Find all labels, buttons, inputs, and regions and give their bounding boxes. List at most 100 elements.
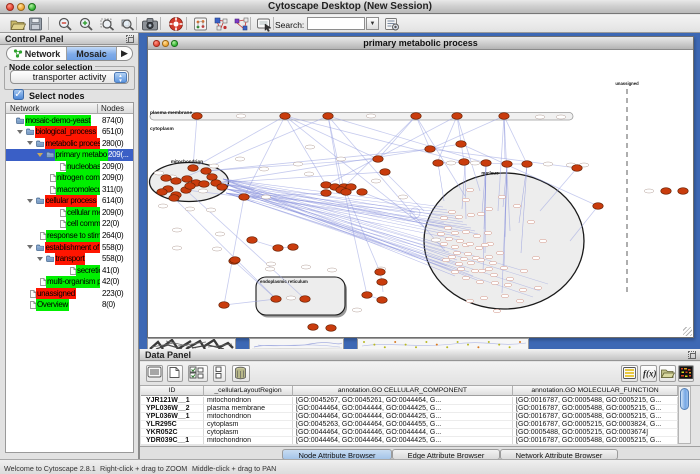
network-node[interactable] [459, 159, 469, 166]
network-node[interactable] [373, 156, 383, 163]
column-header-annotation-go-molecular-function[interactable]: annotation.GO MOLECULAR_FUNCTION [513, 386, 678, 396]
delete-attribute-icon[interactable] [232, 365, 250, 382]
tree-expand-icon[interactable] [27, 245, 33, 249]
tree-row-mosaic-demo-yeast[interactable]: mosaic-demo-yeast874(0) [6, 115, 133, 127]
resize-grip-icon[interactable] [683, 327, 692, 336]
table-row-ylr295c[interactable]: YLR295Ccytoplasm[GO:0045263, GO:0044464,… [141, 421, 678, 429]
network-node[interactable] [273, 245, 283, 252]
tree-expand-icon[interactable] [37, 257, 43, 261]
node-color-combo[interactable]: transporter activity ▲▼ [10, 70, 129, 84]
tree-row-overview[interactable]: Overview8(0) [6, 299, 133, 311]
network-node[interactable] [593, 203, 603, 210]
tree-row-response-to-stimul[interactable]: response to stimul264(0) [6, 230, 133, 242]
network-node[interactable] [185, 183, 195, 190]
network-node[interactable] [157, 189, 167, 196]
column-header-id[interactable]: ID [141, 386, 204, 396]
search-input[interactable] [307, 17, 365, 30]
network-node[interactable] [308, 324, 318, 331]
network-node[interactable] [375, 269, 385, 276]
network-node[interactable] [188, 165, 198, 172]
import-attributes-icon[interactable] [621, 365, 638, 382]
tree-row-multi-organism-pro[interactable]: multi-organism pro42(0) [6, 276, 133, 288]
background-window-fragment[interactable] [147, 338, 236, 349]
tree-row-macromolecule[interactable]: macromolecule311(0) [6, 184, 133, 196]
select-nodes-checkbox[interactable]: ✓ [13, 89, 24, 100]
app-titlebar[interactable]: Cytoscape Desktop (New Session) [0, 0, 700, 14]
network-node[interactable] [377, 297, 387, 304]
tree-expand-icon[interactable] [17, 130, 23, 134]
table-row-yjr121w__1[interactable]: YJR121W__1mitochondrion[GO:0045267, GO:0… [141, 397, 678, 405]
attribute-table-header[interactable]: ID_cellularLayoutRegionannotation.GO CEL… [141, 386, 678, 396]
network-node[interactable] [207, 174, 217, 181]
tree-row-metabolic-process[interactable]: metabolic process280(0) [6, 138, 133, 150]
tab-edge-attribute-browser[interactable]: Edge Attribute Browser [392, 449, 500, 460]
minimize-window-icon[interactable] [17, 3, 25, 11]
network-node[interactable] [377, 279, 387, 286]
network-tree-header[interactable]: Network Nodes [6, 103, 133, 114]
network-node[interactable] [499, 113, 509, 120]
network-node[interactable] [171, 178, 181, 185]
close-window-icon[interactable] [6, 3, 14, 11]
tree-row-nitrogen-compo[interactable]: nitrogen compo209(0) [6, 172, 133, 184]
network-node[interactable] [522, 161, 532, 168]
table-row-ydr039c__1[interactable]: YDR039C__1mitochondrion[GO:0044464, GO:0… [141, 437, 678, 444]
network-node[interactable] [247, 237, 257, 244]
tree-expand-icon[interactable] [27, 141, 33, 145]
float-panel-icon[interactable] [126, 35, 134, 43]
tab-network-attribute-browser[interactable]: Network Attribute Browser [500, 449, 618, 460]
network-node[interactable] [452, 113, 462, 120]
tree-row-secretion[interactable]: secretion41(0) [6, 265, 133, 277]
network-node[interactable] [271, 296, 281, 303]
tree-expand-icon[interactable] [27, 199, 33, 203]
column-header--cellularlayoutregion[interactable]: _cellularLayoutRegion [204, 386, 293, 396]
network-node[interactable] [456, 141, 466, 148]
table-row-ykr052c[interactable]: YKR052Ccytoplasm[GO:0044464, GO:0044446,… [141, 429, 678, 437]
network-node[interactable] [362, 292, 372, 299]
tree-expand-icon[interactable] [37, 153, 43, 157]
matrix-icon[interactable] [678, 365, 694, 382]
table-row-ypl036w__1[interactable]: YPL036W__1mitochondrion[GO:0044464, GO:0… [141, 413, 678, 421]
table-scrollbar-thumb[interactable] [680, 388, 689, 410]
network-node[interactable] [661, 188, 671, 195]
attribute-table[interactable]: ID_cellularLayoutRegionannotation.GO CEL… [141, 386, 678, 444]
network-node[interactable] [321, 190, 331, 197]
network-node[interactable] [169, 195, 179, 202]
network-node[interactable] [481, 160, 491, 167]
zoom-window-icon[interactable] [28, 3, 36, 11]
tree-row-cellular-metabo[interactable]: cellular metabo209(0) [6, 207, 133, 219]
tab-network[interactable]: Network [7, 47, 67, 60]
select-attributes-icon[interactable] [188, 365, 208, 382]
network-node[interactable] [572, 165, 582, 172]
tree-row-primary-metabo[interactable]: primary metabo209(... [6, 149, 133, 161]
open-attributes-icon[interactable] [659, 365, 676, 382]
network-node[interactable] [411, 113, 421, 120]
network-node[interactable] [357, 189, 367, 196]
network-node[interactable] [201, 168, 211, 175]
column-header-annotation-go-cellular-component[interactable]: annotation.GO CELLULAR_COMPONENT [293, 386, 513, 396]
network-close-icon[interactable] [153, 40, 160, 47]
network-node[interactable] [192, 113, 202, 120]
network-node[interactable] [502, 161, 512, 168]
unified-view-icon[interactable] [213, 365, 226, 382]
network-node[interactable] [199, 181, 209, 188]
network-node[interactable] [217, 184, 227, 191]
network-node[interactable] [433, 160, 443, 167]
tree-row-unassigned[interactable]: unassigned223(0) [6, 288, 133, 300]
table-row-ypl036w__2[interactable]: YPL036W__2plasma membrane[GO:0044464, GO… [141, 405, 678, 413]
tab-overflow-button[interactable]: ▶ [116, 47, 132, 60]
network-node[interactable] [380, 169, 390, 176]
network-node[interactable] [280, 113, 290, 120]
table-scrollbar[interactable] [678, 386, 691, 444]
tree-row-establishment-of-lo[interactable]: establishment of lo558(0) [6, 242, 133, 254]
tree-row-nucleobase-[interactable]: nucleobase-209(0) [6, 161, 133, 173]
tree-row-transport[interactable]: transport558(0) [6, 253, 133, 265]
network-zoom-icon[interactable] [171, 40, 178, 47]
search-dropdown-button[interactable]: ▼ [366, 17, 379, 30]
network-node[interactable] [425, 146, 435, 153]
formula-builder-icon[interactable]: f(x) [640, 365, 657, 382]
tree-row-cellular-process[interactable]: cellular process614(0) [6, 195, 133, 207]
network-node[interactable] [300, 296, 310, 303]
new-attribute-icon[interactable] [167, 365, 183, 382]
network-node[interactable] [678, 188, 688, 195]
tree-row-biological-process[interactable]: biological_process651(0) [6, 126, 133, 138]
